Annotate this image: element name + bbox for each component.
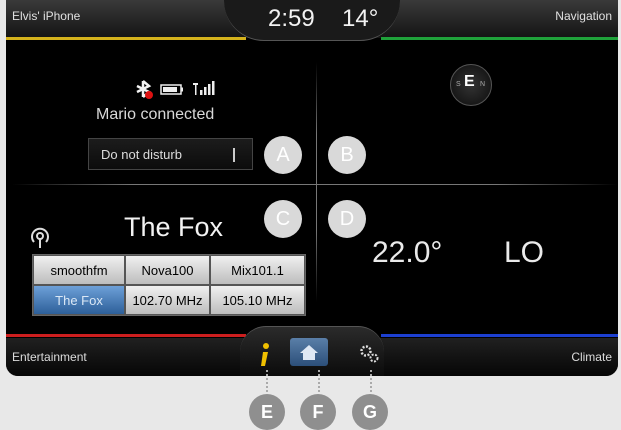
quadrant-divider-horizontal <box>12 184 618 185</box>
settings-icon[interactable] <box>358 342 382 366</box>
radio-icon <box>31 227 49 248</box>
signal-icon <box>193 81 215 95</box>
marker-d: D <box>328 200 366 238</box>
compass-north-label: N <box>480 81 486 88</box>
outside-temperature: 14° <box>342 5 379 32</box>
marker-b: B <box>328 136 366 174</box>
clock-time: 2:59 <box>268 5 315 32</box>
phone-accent-bar <box>6 37 246 40</box>
callout-line-f <box>318 370 320 392</box>
preset-grid: smoothfm Nova100 Mix101.1 The Fox 102.70… <box>32 254 306 316</box>
dnd-label: Do not disturb <box>101 147 182 162</box>
fan-level[interactable]: LO <box>504 236 544 270</box>
phone-status-text: Mario connected <box>96 106 215 123</box>
preset-button[interactable]: smoothfm <box>33 255 125 285</box>
quadrant-divider-vertical <box>316 62 317 302</box>
home-button[interactable] <box>290 338 328 366</box>
callout-line-g <box>370 370 372 392</box>
marker-c: C <box>264 200 302 238</box>
compass-icon[interactable]: S E N <box>450 64 492 106</box>
compass-west-label: S <box>456 81 461 88</box>
station-name: The Fox <box>124 212 224 242</box>
do-not-disturb-button[interactable]: Do not disturb <box>88 138 253 170</box>
climate-temperature[interactable]: 22.0° <box>372 236 442 270</box>
preset-button[interactable]: Mix101.1 <box>210 255 305 285</box>
preset-button[interactable]: Nova100 <box>125 255 210 285</box>
navigation-tab[interactable]: Navigation <box>555 9 612 23</box>
compass-heading: E <box>464 73 475 90</box>
marker-g: G <box>352 394 388 430</box>
battery-icon <box>160 84 183 95</box>
climate-tab[interactable]: Climate <box>571 350 612 364</box>
callout-line-e <box>266 370 268 392</box>
preset-button[interactable]: 102.70 MHz <box>125 285 210 315</box>
marker-a: A <box>264 136 302 174</box>
clock-panel: 2:59 14° <box>224 0 400 41</box>
dnd-toggle-indicator <box>233 148 235 162</box>
preset-button[interactable]: 105.10 MHz <box>210 285 305 315</box>
home-icon <box>300 345 318 360</box>
entertainment-accent-bar <box>6 334 246 337</box>
navigation-accent-bar <box>381 37 618 40</box>
climate-accent-bar <box>381 334 618 337</box>
bluetooth-icon <box>136 80 153 99</box>
phone-status-icons <box>136 80 215 99</box>
phone-tab[interactable]: Elvis' iPhone <box>12 9 80 23</box>
touchscreen: Elvis' iPhone Navigation 2:59 14° Mario … <box>6 0 618 376</box>
preset-button-selected[interactable]: The Fox <box>33 285 125 315</box>
info-icon[interactable] <box>258 342 272 368</box>
entertainment-tab[interactable]: Entertainment <box>12 350 87 364</box>
marker-e: E <box>249 394 285 430</box>
marker-f: F <box>300 394 336 430</box>
